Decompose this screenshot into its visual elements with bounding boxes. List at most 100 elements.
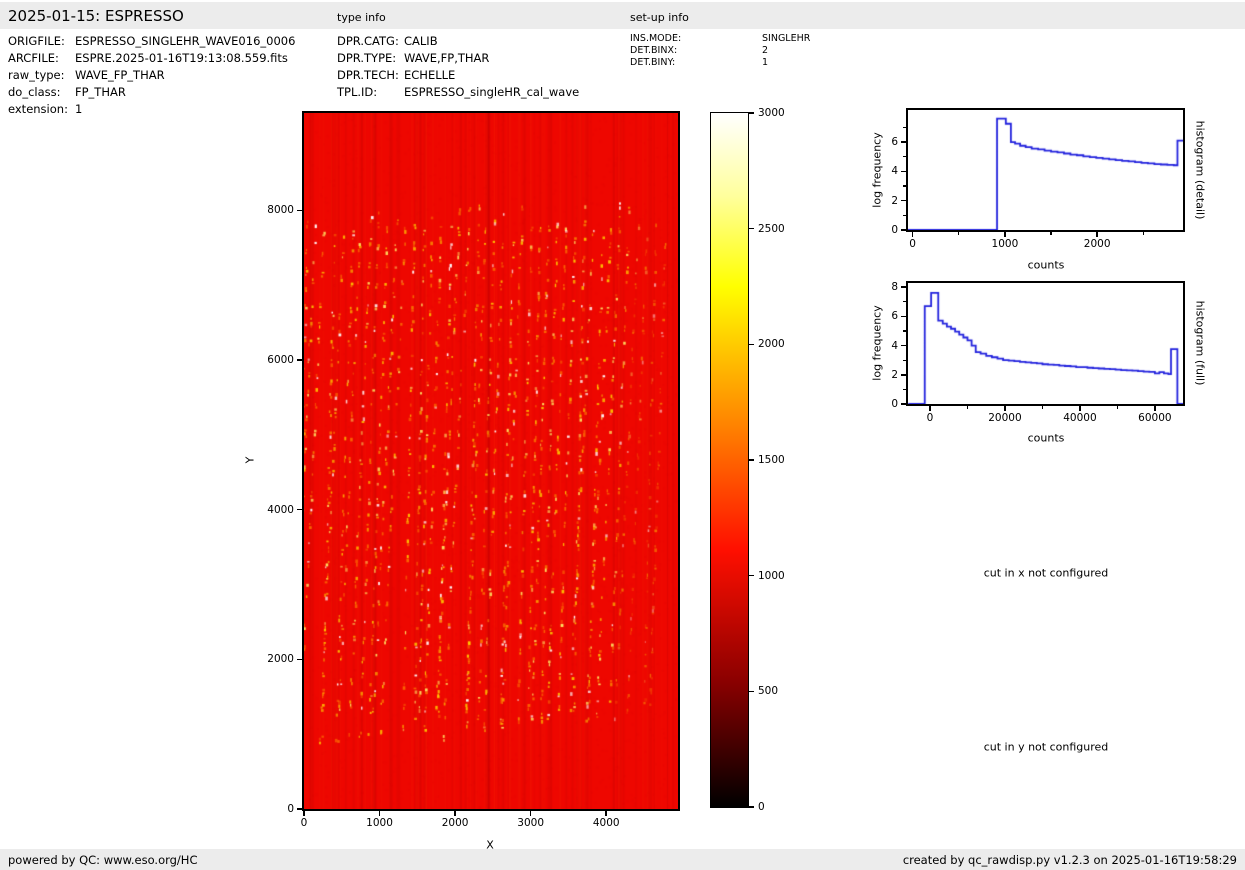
hist-y-tick (901, 374, 906, 376)
main-y-tick (297, 808, 302, 810)
main-x-tick-label: 2000 (441, 817, 469, 829)
main-y-tick (297, 658, 302, 661)
footer-right-text: created by qc_rawdisp.py v1.2.3 on 2025-… (902, 853, 1237, 867)
hist-x-minor-tick (1142, 232, 1144, 235)
colorbar-tick (749, 574, 754, 577)
origfile-label: ORIGFILE: (8, 34, 65, 48)
dpr-type-label: DPR.TYPE: (337, 51, 397, 65)
main-y-tick-label: 2000 (267, 653, 294, 666)
colorbar-tick-label: 1500 (758, 454, 785, 466)
colorbar-tick-label: 500 (758, 685, 779, 698)
hist-y-tick-label: 4 (891, 339, 898, 352)
hist-y-minor-tick (903, 388, 906, 390)
cut-x-message: cut in x not configured (983, 566, 1109, 580)
main-y-tick-label: 0 (287, 803, 294, 815)
hist-y-minor-tick (903, 156, 906, 158)
raw-image-canvas (304, 113, 678, 809)
hist-y-tick-label: 2 (891, 368, 898, 381)
hist-y-minor-tick (903, 359, 906, 361)
doclass-value: FP_THAR (75, 85, 126, 99)
hist-x-minor-tick (1116, 406, 1118, 409)
hist-x-tick-label: 40000 (1063, 412, 1097, 424)
file-info-row: raw_type: (8, 68, 65, 82)
main-x-tick-label: 0 (300, 817, 308, 829)
file-info-row: do_class: (8, 85, 61, 99)
det-biny-value: 1 (762, 57, 769, 68)
hist-x-minor-tick (958, 232, 960, 235)
hist-x-tick-label: 0 (926, 412, 934, 424)
main-y-tick (297, 359, 302, 361)
main-y-tick-label: 6000 (267, 353, 294, 366)
hist-x-tick (1079, 406, 1081, 411)
main-x-tick (454, 811, 456, 816)
ins-mode-label: INS.MODE: (630, 33, 682, 44)
main-y-axis-label: Y (243, 456, 257, 464)
dpr-tech-value: ECHELLE (404, 68, 456, 82)
hist-y-minor-tick (903, 185, 906, 187)
histogram-detail-canvas (908, 110, 1183, 230)
histogram-full-canvas (908, 283, 1183, 404)
doclass-label: do_class: (8, 85, 61, 99)
dpr-type-value: WAVE,FP,THAR (404, 51, 490, 65)
hist-y-tick (901, 199, 906, 202)
colorbar-tick-label: 3000 (758, 107, 785, 119)
hist-y-tick (901, 170, 906, 173)
hist-x-tick (929, 406, 931, 411)
footer-left-text: powered by QC: www.eso.org/HC (8, 853, 198, 867)
hist-full-y-label: log frequency (870, 305, 884, 381)
hist-y-minor-tick (903, 126, 906, 129)
hist-y-minor-tick (903, 214, 906, 216)
colorbar-tick (749, 806, 754, 808)
det-binx-value: 2 (762, 45, 769, 56)
main-y-tick (297, 209, 302, 212)
hist-y-tick (901, 403, 906, 405)
dpr-catg-label: DPR.CATG: (337, 34, 399, 48)
hist-full-x-label: counts (1027, 431, 1065, 445)
hist-detail-x-label: counts (1027, 258, 1065, 272)
det-biny-label: DET.BINY: (630, 57, 676, 68)
colorbar-tick (749, 690, 754, 693)
file-info-row: extension: (8, 102, 68, 116)
hist-x-tick-label: 60000 (1138, 412, 1172, 424)
main-x-tick-label: 3000 (517, 817, 545, 829)
cut-y-message: cut in y not configured (983, 740, 1109, 754)
hist-x-minor-tick (1041, 406, 1044, 409)
hist-y-tick-label: 8 (891, 281, 898, 294)
main-x-tick (605, 811, 607, 816)
hist-x-tick (1096, 232, 1098, 237)
main-x-tick-label: 4000 (592, 817, 620, 829)
qc-rawdisp-page: 2025-01-15: ESPRESSO type info set-up in… (0, 0, 1245, 870)
colorbar (710, 112, 749, 808)
page-title: 2025-01-15: ESPRESSO (8, 7, 184, 25)
hist-y-tick-label: 4 (891, 165, 898, 178)
hist-x-tick (1004, 232, 1006, 237)
hist-x-tick-label: 1000 (991, 238, 1019, 250)
colorbar-tick-label: 1000 (758, 569, 785, 582)
colorbar-tick-label: 2000 (758, 338, 785, 351)
main-x-tick (303, 811, 305, 816)
hist-y-tick (901, 344, 906, 347)
hist-y-tick (901, 286, 906, 288)
hist-y-tick-label: 6 (891, 136, 898, 149)
hist-y-tick-label: 6 (891, 310, 898, 323)
setup-info-heading: set-up info (630, 11, 689, 24)
main-x-tick (529, 811, 532, 816)
extension-value: 1 (75, 102, 83, 116)
main-x-tick-label: 1000 (366, 817, 393, 829)
hist-y-minor-tick (903, 330, 906, 332)
hist-x-tick (911, 232, 914, 237)
origfile-value: ESPRESSO_SINGLEHR_WAVE016_0006 (75, 34, 296, 48)
hist-x-tick (1154, 406, 1156, 411)
file-info-row: ORIGFILE: (8, 34, 65, 48)
hist-detail-right-label: histogram (detail) (1193, 120, 1207, 220)
arcfile-value: ESPRE.2025-01-16T19:13:08.559.fits (75, 51, 288, 65)
colorbar-tick-label: 0 (758, 801, 765, 813)
hist-x-tick (1004, 406, 1006, 411)
hist-x-tick-label: 2000 (1083, 238, 1111, 250)
hist-full-right-label: histogram (full) (1193, 300, 1207, 386)
arcfile-label: ARCFILE: (8, 51, 59, 65)
rawtype-value: WAVE_FP_THAR (75, 68, 165, 82)
hist-detail-y-label: log frequency (870, 132, 884, 208)
hist-y-tick-label: 0 (891, 398, 898, 410)
det-binx-label: DET.BINX: (630, 45, 678, 56)
